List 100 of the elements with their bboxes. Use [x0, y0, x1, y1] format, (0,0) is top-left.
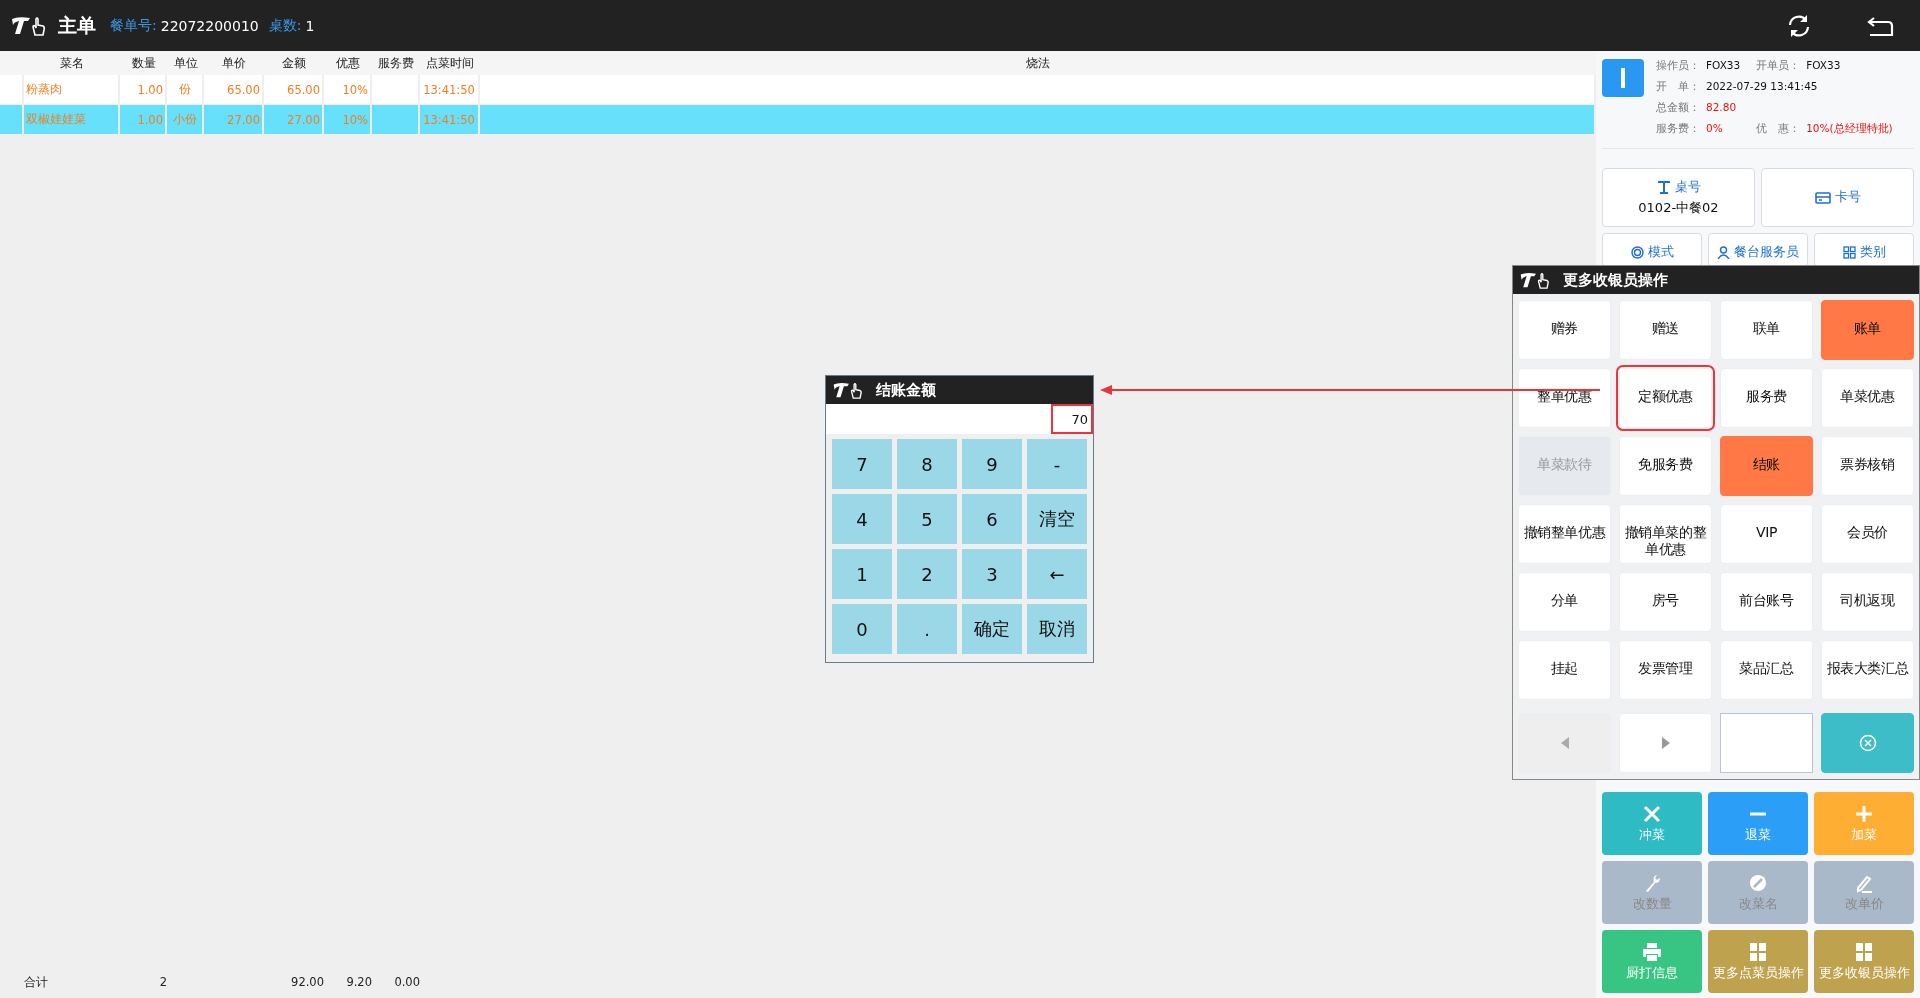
- keypad-key[interactable]: 0: [832, 604, 892, 654]
- keypad-key[interactable]: 7: [832, 439, 892, 489]
- previous-page-button[interactable]: [1518, 713, 1611, 773]
- table-icon: [1656, 180, 1671, 194]
- operation-button[interactable]: 单菜优惠: [1821, 368, 1914, 428]
- total-amount: 92.00: [291, 975, 324, 989]
- column-header: 烧法: [1025, 55, 1051, 71]
- table-number-button[interactable]: 桌号 0102-中餐02: [1602, 168, 1755, 227]
- operation-button[interactable]: 司机返现: [1821, 572, 1914, 632]
- left-triangle-icon: [1559, 736, 1570, 750]
- column-header: 优惠: [335, 55, 361, 71]
- operation-button[interactable]: 撤销单菜的整单优惠: [1619, 504, 1712, 564]
- table-cell: 1.00: [137, 82, 163, 97]
- refresh-icon[interactable]: [1786, 12, 1812, 39]
- info-value: 2022-07-29 13:41:45: [1706, 80, 1818, 94]
- keypad-key[interactable]: 清空: [1027, 494, 1087, 544]
- table-cell: 10%: [342, 112, 368, 127]
- plus-icon: [1853, 803, 1875, 824]
- info-label: 开 单：: [1656, 80, 1700, 94]
- operation-button[interactable]: 结账: [1720, 436, 1813, 496]
- column-header: 菜名: [59, 55, 85, 71]
- operation-button[interactable]: 房号: [1619, 572, 1712, 632]
- operation-button[interactable]: VIP: [1720, 504, 1813, 564]
- amount-field[interactable]: 70: [1051, 404, 1093, 434]
- operation-button[interactable]: 挂起: [1518, 640, 1611, 700]
- grid-icon: [1747, 941, 1769, 962]
- info-value: FOX33: [1806, 59, 1841, 73]
- table-cell: 双椒娃娃菜: [26, 112, 86, 127]
- info-label: 开单员：: [1756, 59, 1801, 73]
- operation-button[interactable]: 赠送: [1619, 300, 1712, 360]
- keypad-key[interactable]: 4: [832, 494, 892, 544]
- info-value: 0%: [1706, 122, 1723, 136]
- keypad-key[interactable]: 确定: [962, 604, 1022, 654]
- operation-button[interactable]: 分单: [1518, 572, 1611, 632]
- table-count-label: 桌数:: [268, 16, 302, 35]
- table-count: 1: [305, 17, 315, 34]
- keypad-key[interactable]: 5: [897, 494, 957, 544]
- keypad-key[interactable]: 3: [962, 549, 1022, 599]
- total-service-fee: 0.00: [394, 975, 420, 989]
- right-triangle-icon: [1660, 736, 1671, 750]
- filter-button[interactable]: 餐台服务员: [1708, 233, 1808, 267]
- operation-button[interactable]: 菜品汇总: [1720, 640, 1813, 700]
- info-value: 82.80: [1706, 101, 1737, 115]
- info-label: 优 惠：: [1756, 122, 1801, 136]
- close-icon: [1641, 803, 1663, 824]
- column-header: 点菜时间: [425, 55, 475, 71]
- column-header: 单位: [172, 55, 199, 71]
- info-label: 总金额：: [1656, 101, 1700, 115]
- keypad-key[interactable]: 取消: [1027, 604, 1087, 654]
- info-value: 10%(总经理特批): [1806, 122, 1893, 136]
- printer-icon: [1641, 941, 1663, 962]
- table-cell: 13:41:50: [423, 82, 475, 97]
- pencil-circle-icon: [1747, 872, 1769, 893]
- keypad-key[interactable]: -: [1027, 439, 1087, 489]
- column-header: 单价: [221, 55, 247, 71]
- table-cell: 小份: [172, 112, 197, 127]
- keypad-key[interactable]: 9: [962, 439, 1022, 489]
- order-number: 22072200010: [160, 17, 259, 34]
- total-discount: 9.20: [346, 975, 372, 989]
- keypad-key[interactable]: 6: [962, 494, 1022, 544]
- total-quantity: 2: [159, 975, 167, 989]
- table-cell: 27.00: [227, 112, 260, 127]
- table-cell: 份: [178, 82, 191, 97]
- operation-button[interactable]: 报表大类汇总: [1821, 640, 1914, 700]
- target-icon: [1630, 246, 1644, 259]
- input-field[interactable]: [1720, 713, 1813, 773]
- operation-button[interactable]: 定额优惠: [1619, 368, 1712, 428]
- operation-button[interactable]: 账单: [1821, 300, 1914, 360]
- minus-icon: [1747, 811, 1769, 816]
- table-cell: 粉蒸肉: [26, 82, 62, 97]
- keypad-key[interactable]: 8: [897, 439, 957, 489]
- table-cell: 27.00: [287, 112, 320, 127]
- operation-button[interactable]: 免服务费: [1619, 436, 1712, 496]
- operation-button[interactable]: 服务费: [1720, 368, 1813, 428]
- table-cell: 10%: [342, 82, 368, 97]
- totals-label: 合计: [24, 974, 48, 989]
- filter-button[interactable]: 类别: [1814, 233, 1914, 267]
- keypad-key[interactable]: .: [897, 604, 957, 654]
- dialog-title: 更多收银员操作: [1563, 270, 1668, 290]
- keypad-key[interactable]: 1: [832, 549, 892, 599]
- filter-button[interactable]: 模式: [1602, 233, 1702, 267]
- keypad-key[interactable]: ←: [1027, 549, 1087, 599]
- window-title: 主单: [58, 12, 96, 38]
- person-icon: [1717, 246, 1730, 259]
- operation-button[interactable]: 联单: [1720, 300, 1813, 360]
- operation-button[interactable]: 发票管理: [1619, 640, 1712, 700]
- operation-button[interactable]: 前台账号: [1720, 572, 1813, 632]
- operation-button[interactable]: 会员价: [1821, 504, 1914, 564]
- grid-icon: [1853, 941, 1875, 962]
- keypad-key[interactable]: 2: [897, 549, 957, 599]
- info-value: FOX33: [1706, 59, 1741, 73]
- close-icon: [1858, 734, 1877, 752]
- operation-button[interactable]: 撤销整单优惠: [1518, 504, 1611, 564]
- card-number-button[interactable]: 卡号: [1761, 168, 1914, 227]
- close-button[interactable]: [1821, 713, 1914, 773]
- operation-button[interactable]: 票券核销: [1821, 436, 1914, 496]
- cashier-badge-icon: [1602, 59, 1644, 97]
- next-page-button[interactable]: [1619, 713, 1712, 773]
- operation-button[interactable]: 赠券: [1518, 300, 1611, 360]
- order-number-label: 餐单号:: [110, 16, 157, 35]
